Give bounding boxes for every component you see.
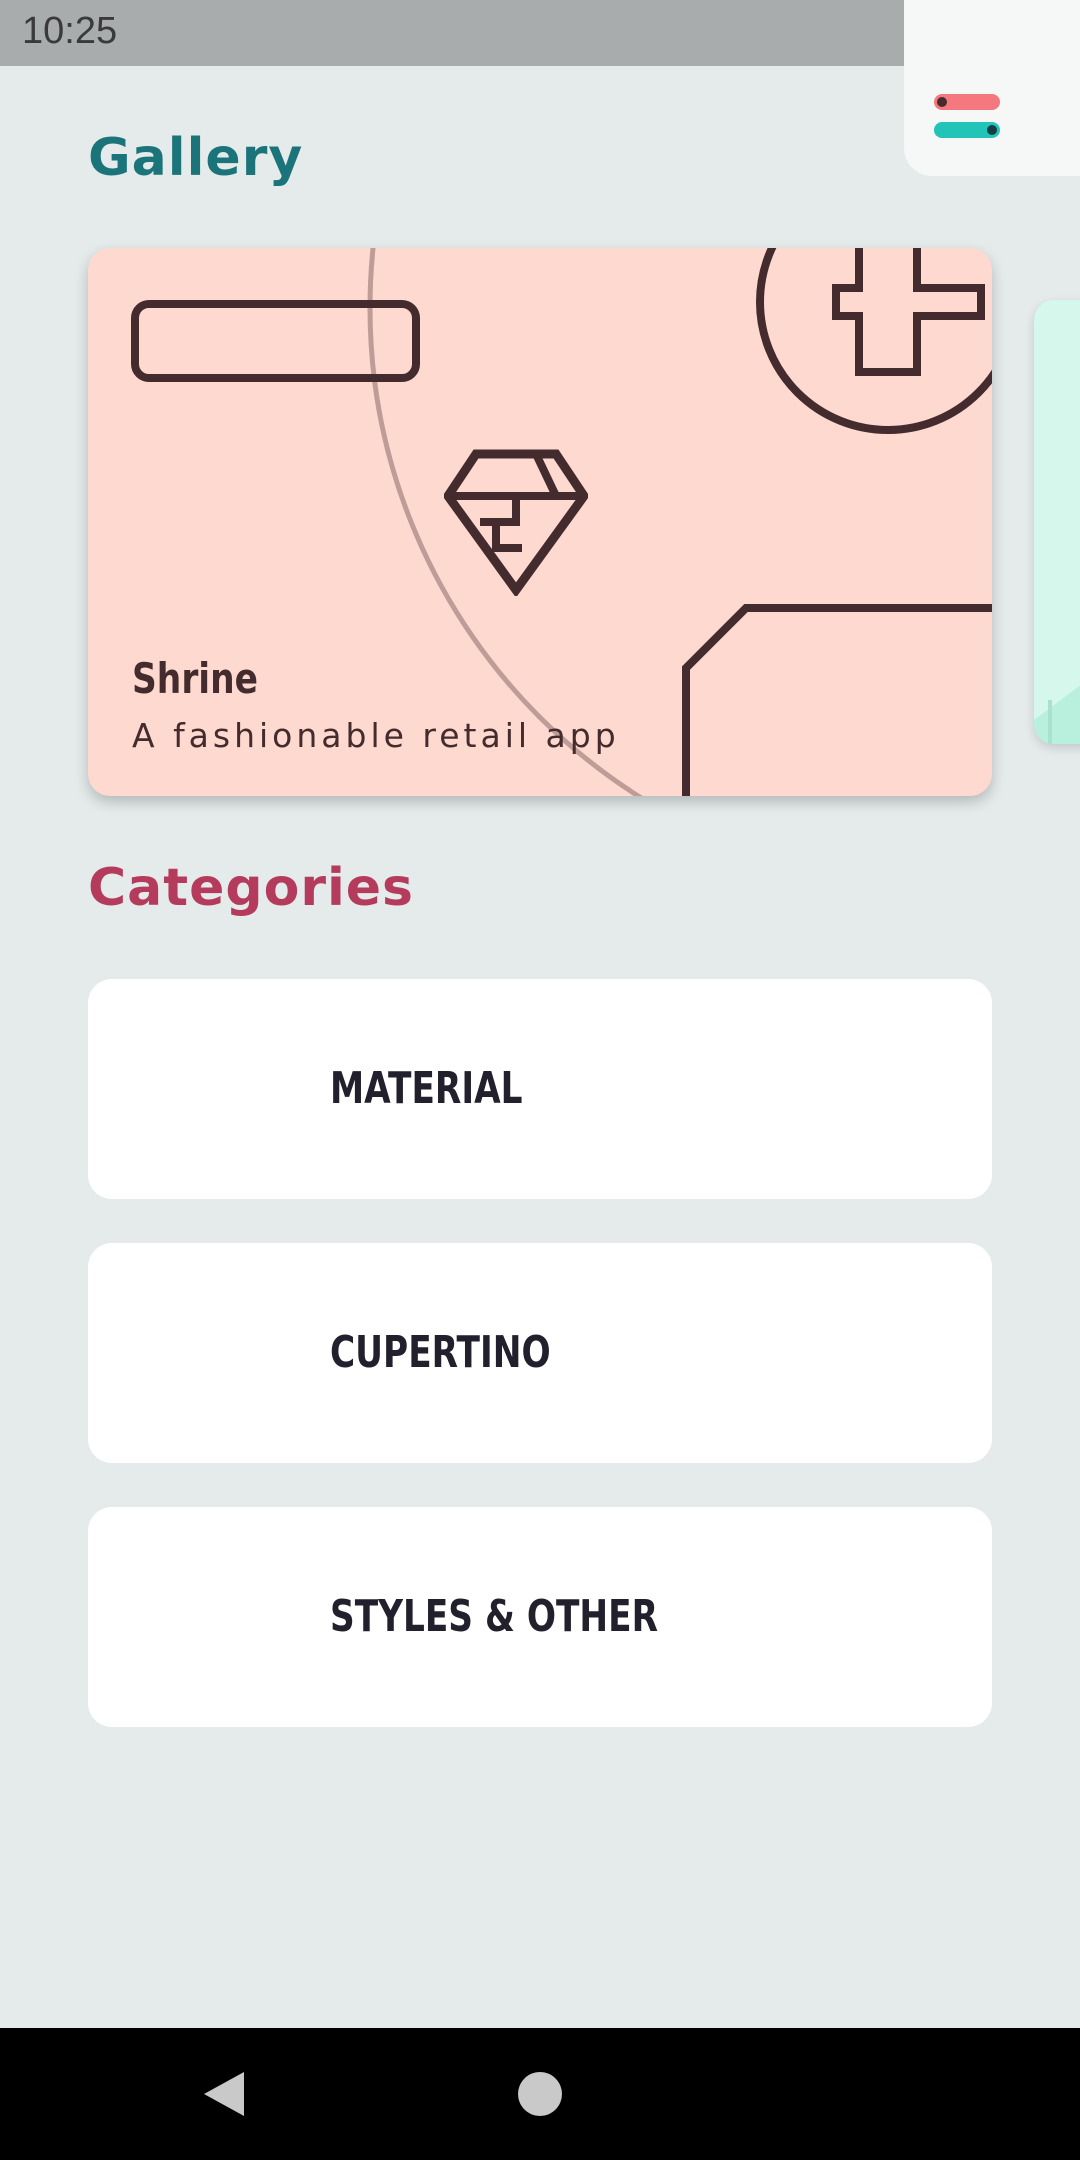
category-styles-other[interactable]: STYLES & OTHER [88, 1507, 992, 1727]
gallery-title: Gallery [88, 128, 304, 188]
category-material[interactable]: MATERIAL [88, 979, 992, 1199]
card-subtitle: A fashionable retail app [132, 716, 620, 755]
home-icon[interactable] [518, 2072, 562, 2116]
navigation-bar [0, 2028, 1080, 2160]
status-time: 10:25 [22, 10, 118, 52]
settings-button[interactable] [904, 0, 1080, 176]
category-label: CUPERTINO [330, 1327, 551, 1378]
gallery-card-next[interactable] [1034, 300, 1080, 744]
gallery-card-shrine[interactable]: Shrine A fashionable retail app [88, 248, 992, 796]
back-icon[interactable] [196, 2068, 248, 2120]
categories-title: Categories [88, 858, 415, 918]
card-title: Shrine [132, 654, 258, 703]
settings-toggle-icon [934, 94, 1000, 138]
next-card-art [1034, 685, 1080, 744]
diamond-icon [444, 449, 588, 596]
category-label: STYLES & OTHER [330, 1591, 659, 1642]
category-cupertino[interactable]: CUPERTINO [88, 1243, 992, 1463]
category-label: MATERIAL [330, 1063, 523, 1114]
